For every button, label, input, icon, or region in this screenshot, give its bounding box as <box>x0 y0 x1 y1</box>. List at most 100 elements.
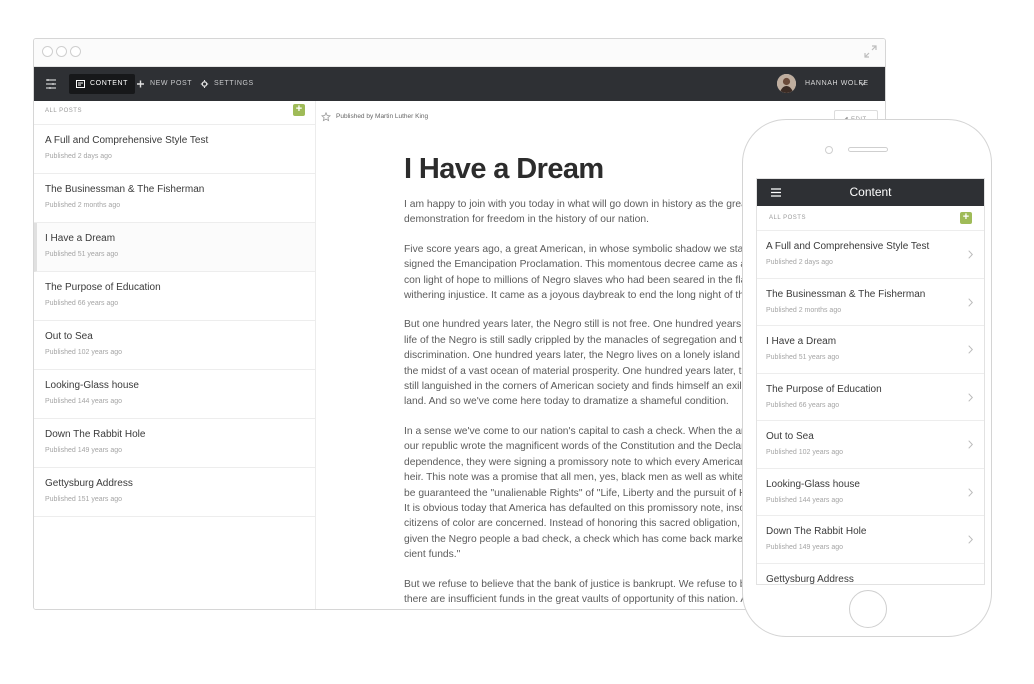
phone-home-button[interactable] <box>849 590 887 628</box>
nav-new-post-label: NEW POST <box>150 80 193 87</box>
chevron-right-icon <box>968 392 973 402</box>
mobile-post-list-item[interactable]: Out to Sea Published 102 years ago <box>757 421 984 469</box>
post-title: A Full and Comprehensive Style Test <box>766 241 930 252</box>
mobile-post-list-item[interactable]: Down The Rabbit Hole Published 149 years… <box>757 516 984 564</box>
text-line: heir. This note was a promise that all m… <box>404 472 755 484</box>
chevron-right-icon <box>968 250 973 259</box>
star-icon[interactable] <box>321 112 331 122</box>
browser-chrome <box>34 39 885 67</box>
text-line: demonstration for freedom in the history… <box>404 214 649 226</box>
text-line: But one hundred years later, the Negro s… <box>404 319 747 331</box>
expand-icon[interactable] <box>864 45 877 58</box>
post-title: Gettysburg Address <box>45 478 133 489</box>
app-navbar: CONTENT NEW POST SETTINGS HANNAH WOLFE <box>34 67 885 101</box>
chevron-right-icon <box>968 487 973 497</box>
post-title: The Businessman & The Fisherman <box>766 288 926 300</box>
menu-icon[interactable] <box>45 78 57 90</box>
text-line: the midst of a vast ocean of material pr… <box>404 365 748 377</box>
text-line: I am happy to join with you today in wha… <box>404 199 750 210</box>
mobile-post-list-item[interactable]: Gettysburg Address <box>757 564 984 585</box>
mobile-post-list-item[interactable]: I Have a Dream Published 51 years ago <box>757 326 984 374</box>
text-line: still languished in the corners of Ameri… <box>404 381 748 393</box>
all-posts-label: ALL POSTS <box>769 215 806 221</box>
phone-camera <box>825 146 833 154</box>
post-status: Published 144 years ago <box>766 496 844 504</box>
post-status: Published 144 years ago <box>45 398 123 405</box>
post-status: Published 149 years ago <box>766 544 844 551</box>
chevron-right-icon <box>968 535 973 544</box>
text-line: But we refuse to believe that the bank o… <box>404 578 752 590</box>
post-status: Published 102 years ago <box>45 349 123 356</box>
all-posts-label: ALL POSTS <box>45 108 82 114</box>
window-minimize-dot[interactable] <box>56 46 67 57</box>
mobile-post-list-item[interactable]: Looking-Glass house Published 144 years … <box>757 469 984 516</box>
mobile-post-list-item[interactable]: A Full and Comprehensive Style Test Publ… <box>757 231 984 279</box>
nav-new-post[interactable]: NEW POST <box>129 74 199 94</box>
mobile-post-list-item[interactable]: The Businessman & The Fisherman Publishe… <box>757 279 984 326</box>
post-status: Published 66 years ago <box>45 300 119 307</box>
post-title: Looking-Glass house <box>45 380 139 391</box>
text-line: cient funds." <box>404 549 461 561</box>
post-title: Out to Sea <box>766 431 814 442</box>
post-list-item[interactable]: Looking-Glass house Published 144 years … <box>34 370 315 419</box>
text-line: In a sense we've come to our nation's ca… <box>404 425 756 437</box>
chevron-right-icon <box>968 297 973 307</box>
mobile-screen: Content ALL POSTS + A Full and Comprehen… <box>756 178 985 585</box>
text-line: life of the Negro is still sadly cripple… <box>404 334 748 346</box>
chevron-right-icon <box>968 345 973 354</box>
window-close-dot[interactable] <box>42 46 53 57</box>
post-status: Published 151 years ago <box>45 496 123 503</box>
add-post-button[interactable]: + <box>960 212 972 224</box>
plus-icon <box>137 80 144 88</box>
post-title: The Purpose of Education <box>45 282 161 293</box>
text-line: It is obvious today that America has def… <box>404 502 748 514</box>
post-title: I Have a Dream <box>766 336 837 347</box>
phone-speaker <box>848 147 888 152</box>
post-list-sidebar: ALL POSTS + A Full and Comprehensive Sty… <box>34 101 316 609</box>
gear-icon <box>200 80 209 88</box>
text-line: our republic wrote the magnificent words… <box>404 441 745 453</box>
post-title: Down The Rabbit Hole <box>766 526 867 537</box>
text-line: signed the Emancipation Proclamation. Th… <box>404 259 755 271</box>
mobile-post-list-item[interactable]: The Purpose of Education Published 66 ye… <box>757 374 984 421</box>
post-status: Published 2 days ago <box>766 259 833 266</box>
text-line: given the Negro people a bad check, a ch… <box>404 533 756 545</box>
avatar <box>777 74 796 93</box>
post-list-header: ALL POSTS + <box>34 101 315 125</box>
mobile-post-list-header: ALL POSTS + <box>757 206 984 231</box>
post-status: Published 66 years ago <box>766 401 840 409</box>
post-title: Looking-Glass house <box>766 478 860 490</box>
post-list-item[interactable]: Down The Rabbit Hole Published 149 years… <box>34 419 315 468</box>
nav-content[interactable]: CONTENT <box>69 74 136 94</box>
post-status: Published 2 months ago <box>766 306 842 314</box>
nav-settings[interactable]: SETTINGS <box>193 74 261 94</box>
post-title: I Have a Dream <box>45 233 116 244</box>
mobile-phone-frame: Content ALL POSTS + A Full and Comprehen… <box>742 119 992 637</box>
content-icon <box>76 80 85 88</box>
post-status: Published 2 days ago <box>45 153 112 160</box>
post-title: Gettysburg Address <box>766 573 854 585</box>
text-line: con light of hope to millions of Negro s… <box>404 274 750 286</box>
nav-settings-label: SETTINGS <box>214 80 254 87</box>
post-title: The Businessman & The Fisherman <box>45 184 205 195</box>
text-line: be guaranteed the "unalienable Rights" o… <box>404 487 753 499</box>
text-line: dependence, they were signing a promisso… <box>404 456 746 468</box>
post-status: Published 51 years ago <box>766 354 840 361</box>
post-list-item[interactable]: Out to Sea Published 102 years ago <box>34 321 315 370</box>
post-list-item[interactable]: The Businessman & The Fisherman Publishe… <box>34 174 315 223</box>
post-list-item[interactable]: A Full and Comprehensive Style Test Publ… <box>34 125 315 174</box>
post-list-item-selected[interactable]: I Have a Dream Published 51 years ago <box>34 223 315 272</box>
chevron-right-icon <box>968 440 973 449</box>
mobile-navbar: Content <box>757 179 984 206</box>
text-line: citizens of color are concerned. Instead… <box>404 518 750 530</box>
window-zoom-dot[interactable] <box>70 46 81 57</box>
post-status: Published 102 years ago <box>766 449 844 456</box>
add-post-button[interactable]: + <box>293 104 305 116</box>
post-list-item[interactable]: The Purpose of Education Published 66 ye… <box>34 272 315 321</box>
user-menu[interactable]: HANNAH WOLFE <box>777 74 869 94</box>
text-line: Five score years ago, a great American, … <box>404 243 755 255</box>
post-title: A Full and Comprehensive Style Test <box>45 135 209 146</box>
text-line: there are insufficient funds in the grea… <box>404 593 748 605</box>
post-title: Down The Rabbit Hole <box>45 429 146 440</box>
post-list-item[interactable]: Gettysburg Address Published 151 years a… <box>34 468 315 517</box>
